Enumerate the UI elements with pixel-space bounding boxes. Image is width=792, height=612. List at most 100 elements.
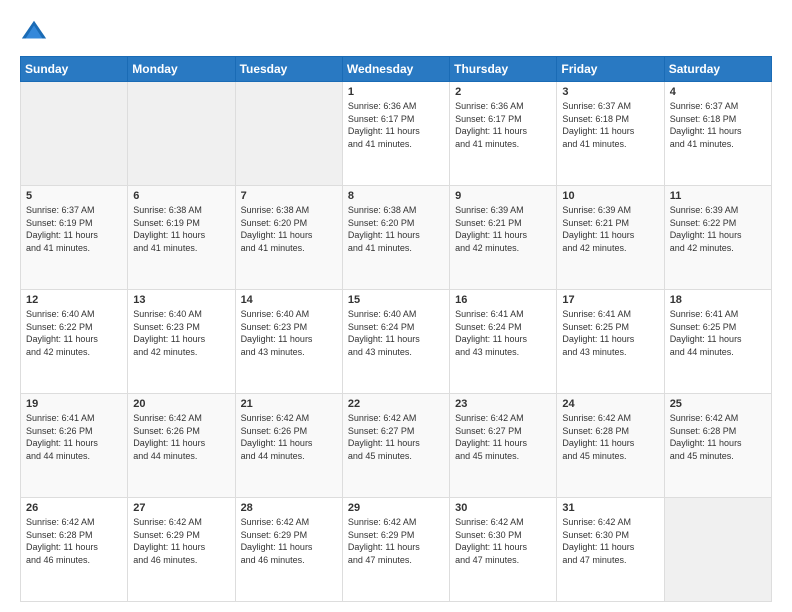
- day-number: 8: [348, 190, 444, 202]
- calendar-cell: 20 Sunrise: 6:42 AM Sunset: 6:26 PM Dayli…: [128, 394, 235, 498]
- day-number: 6: [133, 190, 229, 202]
- day-number: 3: [562, 86, 658, 98]
- day-info: Sunrise: 6:42 AM Sunset: 6:29 PM Dayligh…: [348, 516, 444, 566]
- weekday-header-thursday: Thursday: [450, 57, 557, 82]
- day-info: Sunrise: 6:36 AM Sunset: 6:17 PM Dayligh…: [455, 100, 551, 150]
- day-number: 20: [133, 398, 229, 410]
- day-info: Sunrise: 6:36 AM Sunset: 6:17 PM Dayligh…: [348, 100, 444, 150]
- day-info: Sunrise: 6:42 AM Sunset: 6:30 PM Dayligh…: [455, 516, 551, 566]
- day-number: 16: [455, 294, 551, 306]
- calendar-cell: 5 Sunrise: 6:37 AM Sunset: 6:19 PM Daylig…: [21, 186, 128, 290]
- page: SundayMondayTuesdayWednesdayThursdayFrid…: [0, 0, 792, 612]
- calendar-cell: 14 Sunrise: 6:40 AM Sunset: 6:23 PM Dayli…: [235, 290, 342, 394]
- day-info: Sunrise: 6:42 AM Sunset: 6:28 PM Dayligh…: [562, 412, 658, 462]
- day-number: 27: [133, 502, 229, 514]
- day-info: Sunrise: 6:42 AM Sunset: 6:28 PM Dayligh…: [26, 516, 122, 566]
- calendar-cell: 4 Sunrise: 6:37 AM Sunset: 6:18 PM Daylig…: [664, 82, 771, 186]
- day-number: 29: [348, 502, 444, 514]
- calendar-cell: 18 Sunrise: 6:41 AM Sunset: 6:25 PM Dayli…: [664, 290, 771, 394]
- day-info: Sunrise: 6:42 AM Sunset: 6:27 PM Dayligh…: [348, 412, 444, 462]
- calendar-cell: 10 Sunrise: 6:39 AM Sunset: 6:21 PM Dayli…: [557, 186, 664, 290]
- day-info: Sunrise: 6:38 AM Sunset: 6:20 PM Dayligh…: [348, 204, 444, 254]
- day-number: 25: [670, 398, 766, 410]
- calendar-cell: 15 Sunrise: 6:40 AM Sunset: 6:24 PM Dayli…: [342, 290, 449, 394]
- calendar-week-row: 19Sunrise: 6:41 AM Sunset: 6:26 PM Dayli…: [21, 394, 772, 498]
- calendar-cell: 23 Sunrise: 6:42 AM Sunset: 6:27 PM Dayli…: [450, 394, 557, 498]
- header: [20, 18, 772, 46]
- calendar-cell: 6 Sunrise: 6:38 AM Sunset: 6:19 PM Daylig…: [128, 186, 235, 290]
- calendar-cell: 27 Sunrise: 6:42 AM Sunset: 6:29 PM Dayli…: [128, 498, 235, 602]
- day-info: Sunrise: 6:42 AM Sunset: 6:29 PM Dayligh…: [133, 516, 229, 566]
- weekday-header-saturday: Saturday: [664, 57, 771, 82]
- day-info: Sunrise: 6:42 AM Sunset: 6:26 PM Dayligh…: [133, 412, 229, 462]
- calendar-cell: [235, 82, 342, 186]
- day-info: Sunrise: 6:42 AM Sunset: 6:27 PM Dayligh…: [455, 412, 551, 462]
- logo-icon: [20, 18, 48, 46]
- calendar-cell: 12Sunrise: 6:40 AM Sunset: 6:22 PM Dayli…: [21, 290, 128, 394]
- weekday-header-wednesday: Wednesday: [342, 57, 449, 82]
- day-number: 17: [562, 294, 658, 306]
- day-number: 31: [562, 502, 658, 514]
- calendar-cell: 28Sunrise: 6:42 AM Sunset: 6:29 PM Dayli…: [235, 498, 342, 602]
- calendar-table: SundayMondayTuesdayWednesdayThursdayFrid…: [20, 56, 772, 602]
- calendar-cell: 13 Sunrise: 6:40 AM Sunset: 6:23 PM Dayli…: [128, 290, 235, 394]
- calendar-cell: 9Sunrise: 6:39 AM Sunset: 6:21 PM Daylig…: [450, 186, 557, 290]
- day-number: 15: [348, 294, 444, 306]
- calendar-cell: [664, 498, 771, 602]
- calendar-cell: 19Sunrise: 6:41 AM Sunset: 6:26 PM Dayli…: [21, 394, 128, 498]
- day-number: 1: [348, 86, 444, 98]
- day-number: 9: [455, 190, 551, 202]
- day-info: Sunrise: 6:37 AM Sunset: 6:18 PM Dayligh…: [670, 100, 766, 150]
- calendar-cell: 24 Sunrise: 6:42 AM Sunset: 6:28 PM Dayli…: [557, 394, 664, 498]
- day-info: Sunrise: 6:38 AM Sunset: 6:20 PM Dayligh…: [241, 204, 337, 254]
- weekday-header-row: SundayMondayTuesdayWednesdayThursdayFrid…: [21, 57, 772, 82]
- day-info: Sunrise: 6:40 AM Sunset: 6:24 PM Dayligh…: [348, 308, 444, 358]
- day-info: Sunrise: 6:40 AM Sunset: 6:23 PM Dayligh…: [133, 308, 229, 358]
- day-info: Sunrise: 6:37 AM Sunset: 6:18 PM Dayligh…: [562, 100, 658, 150]
- calendar-cell: 30 Sunrise: 6:42 AM Sunset: 6:30 PM Dayli…: [450, 498, 557, 602]
- calendar-cell: 22Sunrise: 6:42 AM Sunset: 6:27 PM Dayli…: [342, 394, 449, 498]
- day-info: Sunrise: 6:39 AM Sunset: 6:21 PM Dayligh…: [562, 204, 658, 254]
- weekday-header-sunday: Sunday: [21, 57, 128, 82]
- day-number: 13: [133, 294, 229, 306]
- day-info: Sunrise: 6:38 AM Sunset: 6:19 PM Dayligh…: [133, 204, 229, 254]
- day-number: 21: [241, 398, 337, 410]
- day-number: 19: [26, 398, 122, 410]
- calendar-cell: 7 Sunrise: 6:38 AM Sunset: 6:20 PM Daylig…: [235, 186, 342, 290]
- day-number: 30: [455, 502, 551, 514]
- day-number: 14: [241, 294, 337, 306]
- calendar-week-row: 1 Sunrise: 6:36 AM Sunset: 6:17 PM Daylig…: [21, 82, 772, 186]
- day-number: 11: [670, 190, 766, 202]
- day-number: 7: [241, 190, 337, 202]
- day-info: Sunrise: 6:40 AM Sunset: 6:23 PM Dayligh…: [241, 308, 337, 358]
- weekday-header-tuesday: Tuesday: [235, 57, 342, 82]
- calendar-cell: 3 Sunrise: 6:37 AM Sunset: 6:18 PM Daylig…: [557, 82, 664, 186]
- day-info: Sunrise: 6:42 AM Sunset: 6:30 PM Dayligh…: [562, 516, 658, 566]
- calendar-cell: 21 Sunrise: 6:42 AM Sunset: 6:26 PM Dayli…: [235, 394, 342, 498]
- day-number: 5: [26, 190, 122, 202]
- day-info: Sunrise: 6:37 AM Sunset: 6:19 PM Dayligh…: [26, 204, 122, 254]
- day-info: Sunrise: 6:39 AM Sunset: 6:22 PM Dayligh…: [670, 204, 766, 254]
- day-info: Sunrise: 6:41 AM Sunset: 6:25 PM Dayligh…: [562, 308, 658, 358]
- day-info: Sunrise: 6:42 AM Sunset: 6:28 PM Dayligh…: [670, 412, 766, 462]
- day-number: 23: [455, 398, 551, 410]
- weekday-header-friday: Friday: [557, 57, 664, 82]
- calendar-cell: 8 Sunrise: 6:38 AM Sunset: 6:20 PM Daylig…: [342, 186, 449, 290]
- calendar-cell: 31 Sunrise: 6:42 AM Sunset: 6:30 PM Dayli…: [557, 498, 664, 602]
- day-number: 24: [562, 398, 658, 410]
- calendar-week-row: 26Sunrise: 6:42 AM Sunset: 6:28 PM Dayli…: [21, 498, 772, 602]
- calendar-cell: 2 Sunrise: 6:36 AM Sunset: 6:17 PM Daylig…: [450, 82, 557, 186]
- day-number: 4: [670, 86, 766, 98]
- calendar-cell: 26Sunrise: 6:42 AM Sunset: 6:28 PM Dayli…: [21, 498, 128, 602]
- day-info: Sunrise: 6:42 AM Sunset: 6:29 PM Dayligh…: [241, 516, 337, 566]
- day-info: Sunrise: 6:41 AM Sunset: 6:24 PM Dayligh…: [455, 308, 551, 358]
- day-info: Sunrise: 6:41 AM Sunset: 6:25 PM Dayligh…: [670, 308, 766, 358]
- calendar-cell: 11 Sunrise: 6:39 AM Sunset: 6:22 PM Dayli…: [664, 186, 771, 290]
- calendar-cell: 17 Sunrise: 6:41 AM Sunset: 6:25 PM Dayli…: [557, 290, 664, 394]
- day-number: 18: [670, 294, 766, 306]
- day-info: Sunrise: 6:40 AM Sunset: 6:22 PM Dayligh…: [26, 308, 122, 358]
- day-info: Sunrise: 6:42 AM Sunset: 6:26 PM Dayligh…: [241, 412, 337, 462]
- day-number: 2: [455, 86, 551, 98]
- day-number: 10: [562, 190, 658, 202]
- calendar-cell: [128, 82, 235, 186]
